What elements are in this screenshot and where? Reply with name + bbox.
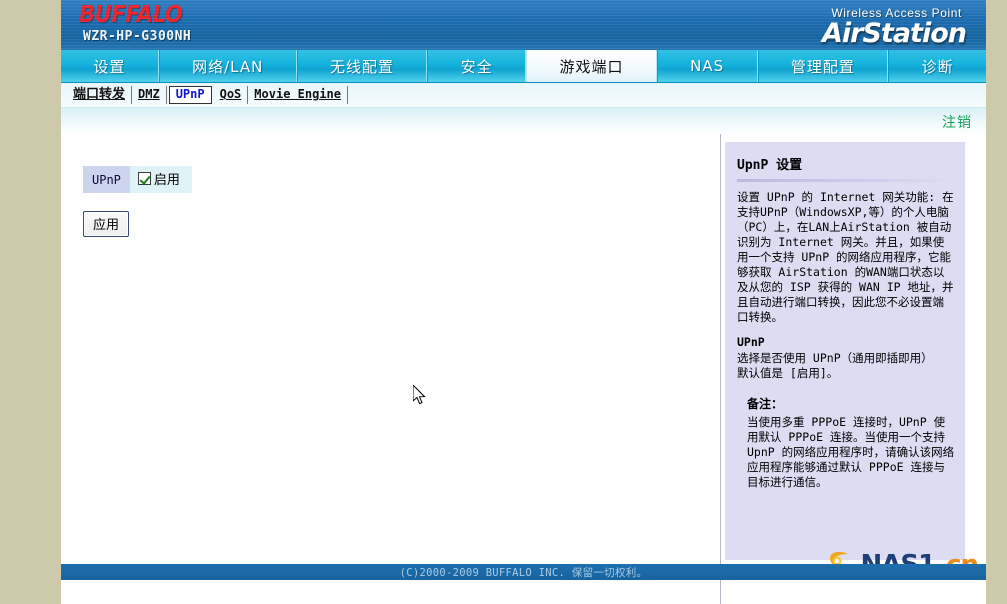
airstation-logo: AirStation [822,18,967,49]
content-area: UPnP 启用 应用 UpnP 设置 设置 UPnP 的 Internet 网关… [61,134,986,604]
page-root: BUFFALO WZR-HP-G300NH Wireless Access Po… [0,0,1007,604]
sub-tab-bar: 端口转发 DMZ UPnP QoS Movie Engine [61,83,986,108]
main-tab-bar: 设置 网络/LAN 无线配置 安全 游戏端口 NAS 管理配置 诊断 [61,50,986,83]
settings-pane: UPnP 启用 应用 [61,134,721,604]
tab-security[interactable]: 安全 [427,50,527,82]
toolbar-strip: 注销 [61,108,986,134]
help-note-title: 备注： [747,397,784,411]
tab-network-lan[interactable]: 网络/LAN [158,50,297,82]
help-note-block: 备注： 当使用多重 PPPoE 连接时，UPnP 使用默认 PPPoE 连接。当… [737,395,955,490]
footer-bar: (C)2000-2009 BUFFALO INC. 保留一切权利。 [61,564,986,580]
subtab-upnp[interactable]: UPnP [168,86,212,104]
help-note-text: 当使用多重 PPPoE 连接时，UPnP 使用默认 PPPoE 连接。当使用一个… [747,415,955,489]
subtab-qos[interactable]: QoS [214,86,249,104]
copyright-text: (C)2000-2009 BUFFALO INC. 保留一切权利。 [399,566,648,579]
tab-game-port[interactable]: 游戏端口 [526,50,657,82]
device-model: WZR-HP-G300NH [83,29,192,44]
help-divider [737,179,955,182]
tab-wireless[interactable]: 无线配置 [296,50,428,82]
tab-settings[interactable]: 设置 [61,50,159,82]
help-section-text: 选择是否使用 UPnP（通用即插即用） 默认值是 [启用]。 [737,351,933,380]
upnp-enable-checkbox[interactable]: 启用 [137,169,180,188]
subtab-dmz[interactable]: DMZ [132,86,167,104]
upnp-enable-label: 启用 [153,173,180,188]
header-banner: BUFFALO WZR-HP-G300NH Wireless Access Po… [61,0,986,50]
help-pane: UpnP 设置 设置 UPnP 的 Internet 网关功能: 在支持UPnP… [721,134,986,604]
subtab-port-forwarding[interactable]: 端口转发 [67,86,133,104]
subtab-movie-engine[interactable]: Movie Engine [248,86,348,104]
help-intro-text: 设置 UPnP 的 Internet 网关功能: 在支持UPnP（Windows… [737,190,954,324]
upnp-setting-row: UPnP 启用 [83,166,192,193]
page-column: BUFFALO WZR-HP-G300NH Wireless Access Po… [61,0,986,604]
checkmark-icon[interactable] [137,172,151,185]
apply-button[interactable]: 应用 [83,211,130,237]
help-section-heading: UPnP [737,335,765,349]
mouse-cursor-icon [413,385,426,405]
buffalo-logo: BUFFALO [79,2,183,28]
tab-administration[interactable]: 管理配置 [757,50,889,82]
upnp-field-label: UPnP [83,166,130,193]
upnp-field-value: 启用 [129,166,192,193]
help-title: UpnP 设置 [737,158,803,173]
logout-link[interactable]: 注销 [942,112,972,132]
tab-diagnostics[interactable]: 诊断 [888,50,986,82]
tab-nas[interactable]: NAS [656,50,758,82]
help-panel: UpnP 设置 设置 UPnP 的 Internet 网关功能: 在支持UPnP… [725,142,965,560]
